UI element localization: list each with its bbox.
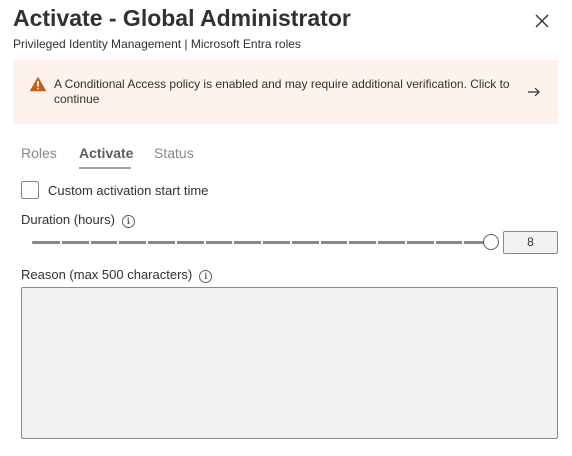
tab-activate[interactable]: Activate [79, 145, 133, 161]
banner-message: A Conditional Access policy is enabled a… [54, 77, 510, 106]
info-icon[interactable]: i [199, 270, 213, 283]
duration-label-text: Duration (hours) [21, 212, 115, 227]
arrow-right-icon [528, 87, 540, 97]
slider-tick [404, 241, 407, 244]
slider-tick [232, 241, 235, 244]
close-icon [535, 14, 549, 28]
activate-role-panel: Activate - Global Administrator Privileg… [0, 0, 572, 456]
duration-value-field[interactable]: 8 [503, 231, 558, 254]
page-title: Activate - Global Administrator [13, 5, 351, 31]
custom-start-checkbox[interactable] [21, 181, 39, 199]
slider-tick [261, 241, 263, 244]
tab-roles[interactable]: Roles [21, 145, 57, 161]
tab-status[interactable]: Status [154, 145, 194, 161]
slider-tick [146, 241, 148, 244]
duration-label: Duration (hours) i [21, 212, 135, 228]
slider-tick [347, 241, 350, 244]
custom-start-label[interactable]: Custom activation start time [48, 183, 208, 198]
slider-tick [289, 241, 292, 244]
slider-tick [376, 241, 378, 244]
slider-tick [203, 241, 206, 244]
slider-tick [174, 241, 177, 244]
info-icon[interactable]: i [121, 215, 135, 228]
duration-slider-thumb[interactable] [483, 234, 499, 250]
page-subtitle: Privileged Identity Management | Microso… [13, 37, 301, 51]
slider-tick [318, 241, 321, 244]
conditional-access-banner[interactable]: A Conditional Access policy is enabled a… [13, 60, 558, 124]
close-button[interactable] [530, 9, 554, 33]
reason-label-text: Reason (max 500 characters) [21, 267, 193, 282]
slider-tick [433, 241, 436, 244]
slider-tick [117, 241, 120, 244]
active-tab-indicator [79, 167, 131, 169]
slider-tick [88, 241, 91, 244]
reason-label: Reason (max 500 characters) i [21, 267, 213, 283]
slider-tick [59, 241, 62, 244]
reason-input[interactable] [21, 287, 558, 439]
slider-tick [462, 241, 465, 244]
warning-icon [29, 76, 47, 92]
